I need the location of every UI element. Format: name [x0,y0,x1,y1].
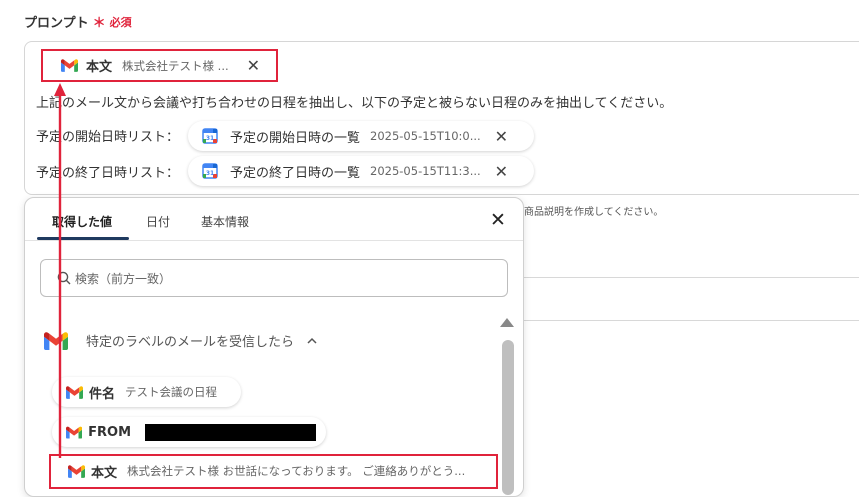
highlight-arrow [54,83,66,458]
